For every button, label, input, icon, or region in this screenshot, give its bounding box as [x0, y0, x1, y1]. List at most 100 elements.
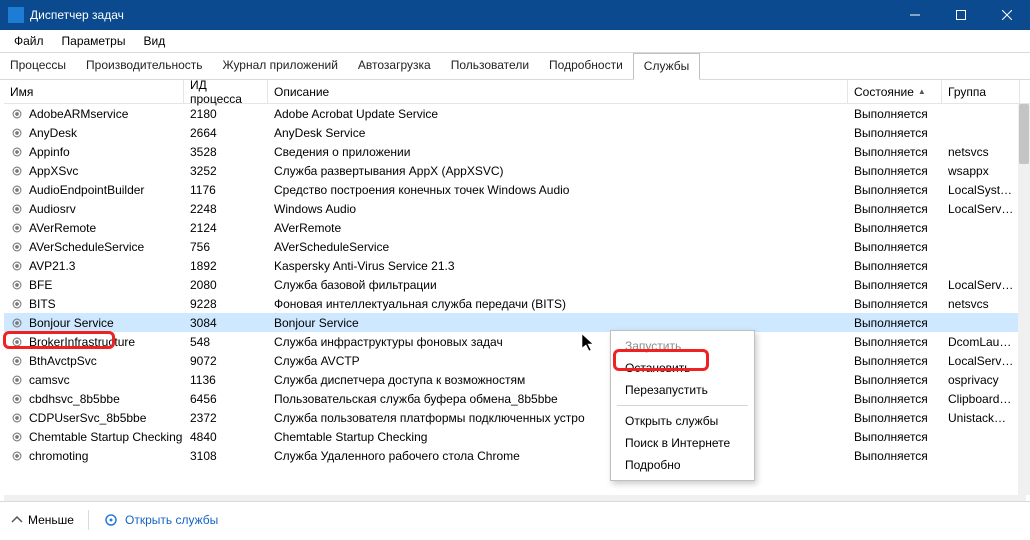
- sort-icon: ▲: [918, 87, 926, 96]
- cell-group: DcomLaunch: [942, 335, 1020, 349]
- service-row[interactable]: AnyDesk2664AnyDesk ServiceВыполняется: [4, 123, 1030, 142]
- menu-options[interactable]: Параметры: [54, 32, 134, 50]
- cell-desc: Средство построения конечных точек Windo…: [268, 183, 848, 197]
- cell-pid: 3084: [184, 316, 268, 330]
- service-row[interactable]: BthAvctpSvc9072Служба AVCTPВыполняетсяLo…: [4, 351, 1030, 370]
- gear-icon: [10, 449, 24, 463]
- service-row[interactable]: CDPUserSvc_8b5bbe 2372Служба пользователя…: [4, 408, 1030, 427]
- gear-icon: [10, 164, 24, 178]
- service-row[interactable]: AVerRemote2124AVerRemoteВыполняется: [4, 218, 1030, 237]
- service-row[interactable]: AVP21.3 1892Kaspersky Anti-Virus Service …: [4, 256, 1030, 275]
- tab-users[interactable]: Пользователи: [441, 53, 539, 79]
- menu-view[interactable]: Вид: [135, 32, 173, 50]
- cell-name: AVerRemote: [4, 221, 184, 235]
- cell-group: LocalService: [942, 202, 1020, 216]
- service-row[interactable]: Appinfo3528Сведения о приложенииВыполняе…: [4, 142, 1030, 161]
- cell-state: Выполняется: [848, 183, 942, 197]
- minimize-button[interactable]: [892, 0, 938, 30]
- cell-desc: Kaspersky Anti-Virus Service 21.3: [268, 259, 848, 273]
- cell-name: camsvc: [4, 373, 184, 387]
- close-button[interactable]: [984, 0, 1030, 30]
- service-name: Audiosrv: [29, 202, 76, 216]
- col-pid[interactable]: ИД процесса: [184, 80, 268, 103]
- service-name: AdobeARMservice: [29, 107, 128, 121]
- vertical-scrollbar[interactable]: [1018, 104, 1030, 495]
- col-desc[interactable]: Описание: [268, 80, 848, 103]
- gear-icon: [10, 126, 24, 140]
- cell-desc: Служба пользователя платформы подключенн…: [268, 411, 848, 425]
- ctx-stop[interactable]: Остановить: [611, 357, 754, 379]
- service-name: AVerScheduleService: [29, 240, 144, 254]
- col-state[interactable]: Состояние▲: [848, 80, 942, 103]
- cell-name: BITS: [4, 297, 184, 311]
- menu-file[interactable]: Файл: [6, 32, 52, 50]
- service-row[interactable]: AVerScheduleService756AVerScheduleServic…: [4, 237, 1030, 256]
- service-row[interactable]: BrokerInfrastructure548Служба инфраструк…: [4, 332, 1030, 351]
- tab-app-history[interactable]: Журнал приложений: [213, 53, 348, 79]
- cell-group: LocalSystem: [942, 183, 1020, 197]
- fewer-details-button[interactable]: Меньше: [10, 513, 74, 527]
- service-row[interactable]: BFE2080Служба базовой фильтрацииВыполняе…: [4, 275, 1030, 294]
- cell-name: AppXSvc: [4, 164, 184, 178]
- service-name: CDPUserSvc_8b5bbe: [29, 411, 146, 425]
- cell-state: Выполняется: [848, 297, 942, 311]
- services-grid: Имя ИД процесса Описание Состояние▲ Груп…: [0, 80, 1030, 502]
- service-row[interactable]: Audiosrv2248Windows AudioВыполняетсяLoca…: [4, 199, 1030, 218]
- cell-pid: 1892: [184, 259, 268, 273]
- minimize-icon: [910, 10, 920, 20]
- service-name: AVP21.3: [29, 259, 75, 273]
- cell-name: BrokerInfrastructure: [4, 335, 184, 349]
- service-name: Appinfo: [29, 145, 70, 159]
- cell-desc: Служба развертывания AppX (AppXSVC): [268, 164, 848, 178]
- service-name: BrokerInfrastructure: [29, 335, 135, 349]
- scrollbar-thumb[interactable]: [1019, 104, 1029, 164]
- footer: Меньше Открыть службы: [0, 502, 1030, 538]
- service-row[interactable]: Bonjour Service3084Bonjour ServiceВыполн…: [4, 313, 1030, 332]
- maximize-button[interactable]: [938, 0, 984, 30]
- ctx-restart[interactable]: Перезапустить: [611, 379, 754, 401]
- service-name: cbdhsvc_8b5bbe: [29, 392, 120, 406]
- cell-state: Выполняется: [848, 449, 942, 463]
- col-group[interactable]: Группа: [942, 80, 1020, 103]
- cell-state: Выполняется: [848, 411, 942, 425]
- rows-container: AdobeARMservice2180Adobe Acrobat Update …: [4, 104, 1030, 465]
- cell-group: UnistackSvc: [942, 411, 1020, 425]
- cell-desc: Служба Удаленного рабочего стола Chrome: [268, 449, 848, 463]
- gear-icon: [10, 354, 24, 368]
- footer-divider: [88, 510, 89, 530]
- cell-pid: 2372: [184, 411, 268, 425]
- cell-desc: Фоновая интеллектуальная служба передачи…: [268, 297, 848, 311]
- gear-icon: [10, 335, 24, 349]
- cell-pid: 9072: [184, 354, 268, 368]
- service-row[interactable]: Chemtable Startup Checking4840Chemtable …: [4, 427, 1030, 446]
- cell-name: AnyDesk: [4, 126, 184, 140]
- service-row[interactable]: AppXSvc3252Служба развертывания AppX (Ap…: [4, 161, 1030, 180]
- tab-details[interactable]: Подробности: [539, 53, 633, 79]
- service-row[interactable]: AudioEndpointBuilder1176Средство построе…: [4, 180, 1030, 199]
- gear-icon: [10, 392, 24, 406]
- service-row[interactable]: chromoting3108Служба Удаленного рабочего…: [4, 446, 1030, 465]
- service-row[interactable]: AdobeARMservice2180Adobe Acrobat Update …: [4, 104, 1030, 123]
- tab-startup[interactable]: Автозагрузка: [348, 53, 441, 79]
- service-row[interactable]: BITS9228Фоновая интеллектуальная служба …: [4, 294, 1030, 313]
- horizontal-scroll-stub: [4, 495, 1026, 501]
- service-row[interactable]: cbdhsvc_8b5bbe6456Пользовательская служб…: [4, 389, 1030, 408]
- cell-pid: 3108: [184, 449, 268, 463]
- cell-pid: 756: [184, 240, 268, 254]
- ctx-details[interactable]: Подробно: [611, 454, 754, 476]
- ctx-search-web[interactable]: Поиск в Интернете: [611, 432, 754, 454]
- tab-performance[interactable]: Производительность: [76, 53, 212, 79]
- cell-pid: 6456: [184, 392, 268, 406]
- tab-services[interactable]: Службы: [633, 53, 700, 80]
- tab-processes[interactable]: Процессы: [0, 53, 76, 79]
- cell-state: Выполняется: [848, 240, 942, 254]
- cell-group: netsvcs: [942, 145, 1020, 159]
- col-name[interactable]: Имя: [4, 80, 184, 103]
- open-services-link[interactable]: Открыть службы: [103, 512, 218, 528]
- cell-state: Выполняется: [848, 354, 942, 368]
- ctx-open-services[interactable]: Открыть службы: [611, 410, 754, 432]
- cell-name: Chemtable Startup Checking: [4, 430, 184, 444]
- cell-pid: 2124: [184, 221, 268, 235]
- service-row[interactable]: camsvc1136Служба диспетчера доступа к во…: [4, 370, 1030, 389]
- cell-pid: 2248: [184, 202, 268, 216]
